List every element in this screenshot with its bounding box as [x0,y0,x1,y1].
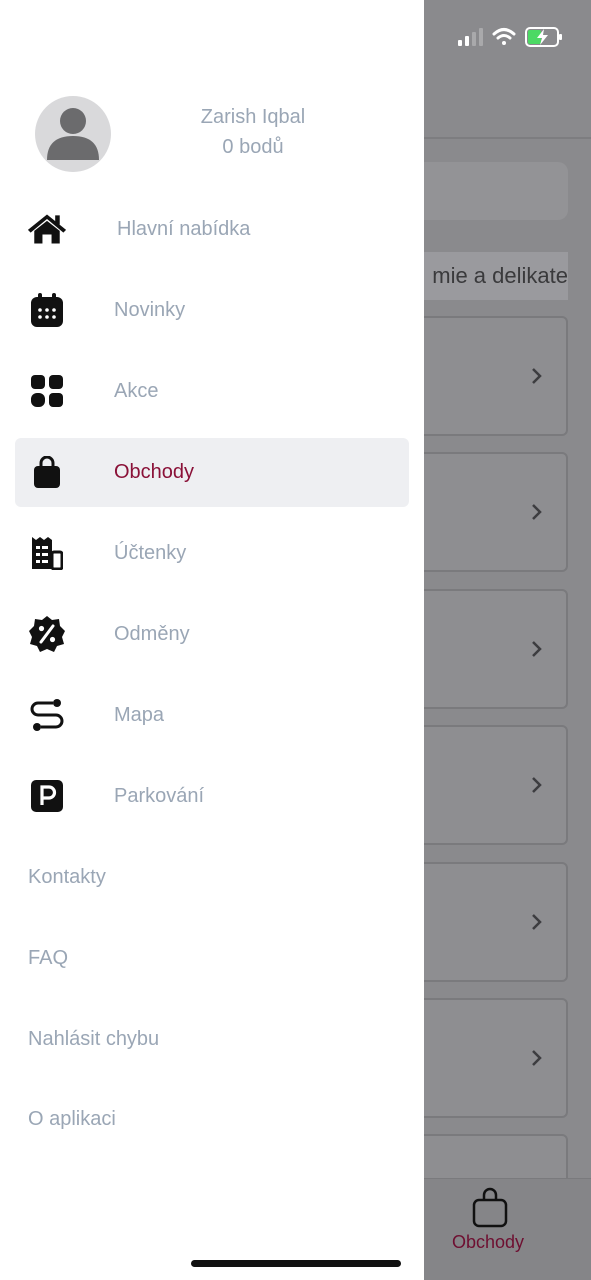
home-indicator[interactable] [191,1260,401,1267]
background-header-divider [424,137,591,139]
link-o-aplikaci[interactable]: O aplikaci [28,1104,116,1134]
chevron-right-icon [532,1050,542,1066]
menu-item-mapa[interactable]: Mapa [15,681,409,750]
navigation-drawer: Zarish Iqbal 0 bodů Hlavní nabídka Novin… [0,0,424,1280]
chevron-right-icon [532,641,542,657]
menu-item-parkovani[interactable]: Parkování [15,762,409,831]
tab-obchody-label: Obchody [451,1232,525,1252]
menu-item-label: Novinky [114,299,186,321]
menu-item-label: Akce [114,380,159,402]
menu-item-novinky[interactable]: Novinky [15,276,409,345]
parking-icon [27,776,67,816]
menu-item-obchody[interactable]: Obchody [15,438,409,507]
background-search-field [424,162,568,220]
calendar-icon [27,290,67,330]
home-icon [27,209,67,249]
background-category-header: mie a delikate [424,252,568,300]
menu-item-label: Odměny [114,623,190,645]
menu-item-hlavni-nabidka[interactable]: Hlavní nabídka [15,195,409,264]
background-store-card [424,725,568,845]
user-silhouette-icon [47,108,99,160]
link-nahlasit-chybu[interactable]: Nahlásit chybu [28,1024,159,1054]
receipt-icon [27,533,67,573]
chevron-right-icon [532,368,542,384]
chevron-right-icon [532,914,542,930]
chevron-right-icon [532,777,542,793]
menu-item-odmeny[interactable]: Odměny [15,600,409,669]
menu-item-label: Hlavní nabídka [117,218,251,240]
shopping-bag-icon [27,452,67,492]
menu-item-akce[interactable]: Akce [15,357,409,426]
status-bar-icons [458,27,562,47]
background-store-card [424,862,568,982]
avatar[interactable] [35,96,111,172]
signal-icon [458,28,483,46]
background-store-card [424,452,568,572]
battery-charging-icon [525,27,562,47]
menu-item-uctenky[interactable]: Účtenky [15,519,409,588]
menu-item-label: Parkování [114,785,205,807]
chevron-right-icon [532,504,542,520]
route-icon [27,695,67,735]
link-faq[interactable]: FAQ [28,943,68,973]
background-store-card [424,589,568,709]
background-store-card [424,316,568,436]
user-points: 0 bodů [222,136,284,158]
shopping-bag-icon [472,1187,508,1228]
grid-icon [27,371,67,411]
wifi-icon [492,28,516,45]
link-kontakty[interactable]: Kontakty [28,862,106,892]
discount-badge-icon [27,614,67,654]
menu-item-label: Účtenky [114,542,187,564]
background-store-card [424,998,568,1118]
user-name: Zarish Iqbal [200,106,306,128]
menu-item-label: Obchody [114,461,195,483]
menu-item-label: Mapa [114,704,165,726]
